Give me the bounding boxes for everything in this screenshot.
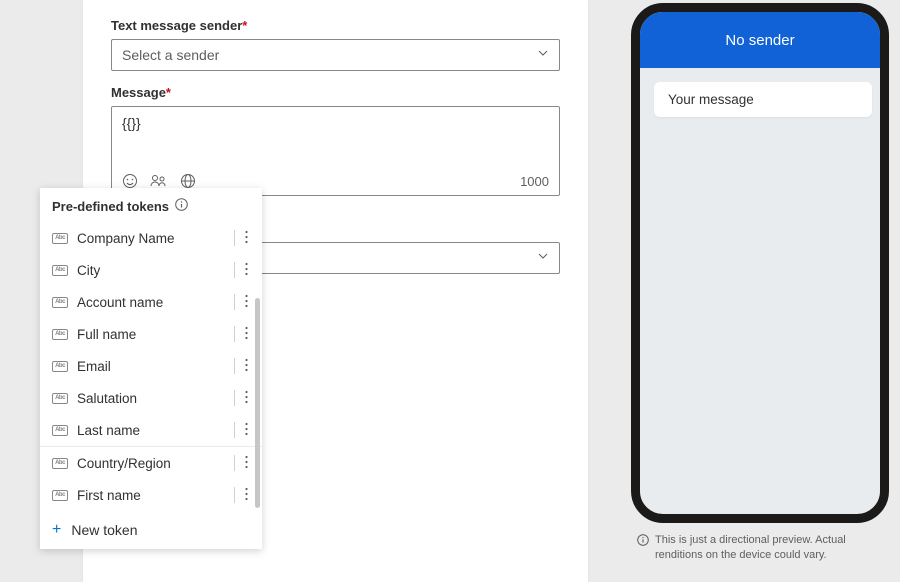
more-icon[interactable] bbox=[243, 292, 250, 313]
token-list: AbcCompany Name AbcCity AbcAccount name … bbox=[40, 222, 262, 511]
more-icon[interactable] bbox=[243, 260, 250, 281]
token-divider bbox=[234, 262, 235, 278]
more-icon[interactable] bbox=[243, 324, 250, 345]
token-label: Company Name bbox=[77, 231, 175, 246]
message-label-text: Message bbox=[111, 85, 166, 100]
phone-body: Your message bbox=[640, 68, 880, 131]
token-divider bbox=[234, 390, 235, 406]
token-label: Account name bbox=[77, 295, 163, 310]
abc-type-icon: Abc bbox=[52, 361, 68, 372]
more-icon[interactable] bbox=[243, 453, 250, 474]
phone-header: No sender bbox=[640, 12, 880, 68]
token-item[interactable]: Abc Last name bbox=[40, 414, 262, 446]
token-item[interactable]: Abc Salutation bbox=[40, 382, 262, 414]
message-input[interactable]: {{}} 1000 bbox=[111, 106, 560, 196]
info-icon[interactable] bbox=[175, 198, 188, 214]
more-icon[interactable] bbox=[243, 420, 250, 441]
token-divider bbox=[234, 230, 235, 246]
token-divider bbox=[234, 487, 235, 503]
phone-header-text: No sender bbox=[725, 32, 794, 49]
toolbar-icons bbox=[122, 173, 196, 189]
preview-area: No sender Your message This is just a di… bbox=[631, 3, 889, 563]
info-icon bbox=[637, 534, 649, 551]
more-icon[interactable] bbox=[243, 228, 250, 249]
token-divider bbox=[234, 358, 235, 374]
token-item[interactable]: Abc Company Name bbox=[40, 222, 262, 254]
sender-field-group: Text message sender* Select a sender bbox=[111, 18, 560, 71]
token-label: Salutation bbox=[77, 391, 137, 406]
sender-label-text: Text message sender bbox=[111, 18, 242, 33]
token-divider bbox=[234, 294, 235, 310]
sender-label: Text message sender* bbox=[111, 18, 560, 33]
abc-type-icon: Abc bbox=[52, 297, 68, 308]
chevron-down-icon bbox=[537, 249, 549, 267]
more-icon[interactable] bbox=[243, 356, 250, 377]
globe-icon[interactable] bbox=[180, 173, 196, 189]
abc-type-icon: Abc bbox=[52, 329, 68, 340]
disclaimer: This is just a directional preview. Actu… bbox=[631, 533, 889, 563]
phone-frame: No sender Your message bbox=[631, 3, 889, 523]
token-item[interactable]: Abc Account name bbox=[40, 286, 262, 318]
disclaimer-text: This is just a directional preview. Actu… bbox=[655, 533, 889, 563]
abc-type-icon: Abc bbox=[52, 458, 68, 469]
emoji-icon[interactable] bbox=[122, 173, 138, 189]
tokens-header: Pre-defined tokens bbox=[40, 188, 262, 222]
abc-type-icon: Abc bbox=[52, 233, 68, 244]
more-icon[interactable] bbox=[243, 388, 250, 409]
token-divider bbox=[234, 422, 235, 438]
bubble-text: Your message bbox=[668, 92, 754, 107]
message-field-group: Message* {{}} 1000 bbox=[111, 85, 560, 196]
plus-icon: + bbox=[52, 521, 61, 539]
token-label: First name bbox=[77, 488, 141, 503]
token-label: Full name bbox=[77, 327, 136, 342]
message-label: Message* bbox=[111, 85, 560, 100]
message-bubble: Your message bbox=[654, 82, 872, 117]
abc-type-icon: Abc bbox=[52, 393, 68, 404]
new-token-button[interactable]: + New token bbox=[40, 511, 262, 549]
token-label: Country/Region bbox=[77, 456, 171, 471]
chevron-down-icon bbox=[537, 46, 549, 64]
token-item[interactable]: Abc Email bbox=[40, 350, 262, 382]
new-token-label: New token bbox=[71, 522, 137, 538]
required-asterisk: * bbox=[166, 85, 171, 100]
token-label: Email bbox=[77, 359, 111, 374]
token-item[interactable]: Abc City bbox=[40, 254, 262, 286]
token-divider bbox=[234, 455, 235, 471]
tokens-header-text: Pre-defined tokens bbox=[52, 199, 169, 214]
char-count: 1000 bbox=[520, 174, 549, 189]
tokens-popup: Pre-defined tokens Abc Company Name Abc Ci… bbox=[40, 188, 262, 549]
personalization-icon[interactable] bbox=[150, 173, 168, 189]
message-content: {{}} bbox=[122, 115, 549, 131]
abc-type-icon: Abc bbox=[52, 265, 68, 276]
required-asterisk: * bbox=[242, 18, 247, 33]
abc-type-icon: Abc bbox=[52, 425, 68, 436]
token-scrollbar[interactable] bbox=[255, 298, 260, 508]
sender-select[interactable]: Select a sender bbox=[111, 39, 560, 71]
token-label: Last name bbox=[77, 423, 140, 438]
token-item[interactable]: Abc First name bbox=[40, 479, 262, 511]
sender-placeholder: Select a sender bbox=[122, 47, 219, 63]
more-icon[interactable] bbox=[243, 485, 250, 506]
message-toolbar: 1000 bbox=[122, 173, 549, 189]
token-item[interactable]: Abc Full name bbox=[40, 318, 262, 350]
token-label: City bbox=[77, 263, 100, 278]
abc-type-icon: Abc bbox=[52, 490, 68, 501]
token-item[interactable]: Abc Country/Region bbox=[40, 447, 262, 479]
token-divider bbox=[234, 326, 235, 342]
